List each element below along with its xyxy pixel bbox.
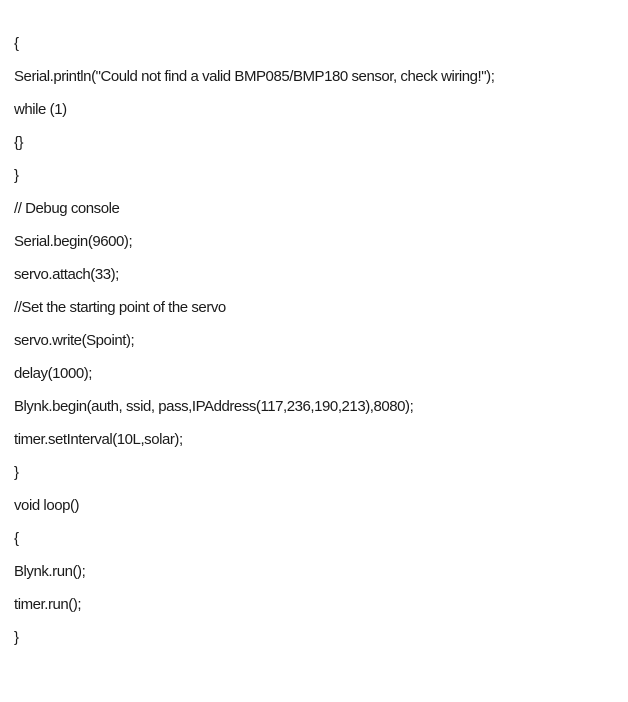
code-line-13: timer.setInterval(10L,solar); [14, 431, 183, 448]
code-line-14: } [14, 464, 19, 481]
code-line-2: Serial.println("Could not find a valid B… [14, 68, 495, 85]
code-document: { Serial.println("Could not find a valid… [0, 0, 628, 702]
code-line-5: } [14, 167, 19, 184]
code-line-4: {} [14, 134, 24, 151]
code-line-19: } [14, 629, 19, 646]
code-line-12: Blynk.begin(auth, ssid, pass,IPAddress(1… [14, 398, 414, 415]
code-line-18: timer.run(); [14, 596, 82, 613]
code-line-15: void loop() [14, 497, 80, 514]
code-line-1: { [14, 35, 19, 52]
code-line-6: // Debug console [14, 200, 120, 217]
code-line-9: //Set the starting point of the servo [14, 299, 226, 316]
code-line-10: servo.write(Spoint); [14, 332, 135, 349]
code-line-17: Blynk.run(); [14, 563, 86, 580]
code-line-3: while (1) [14, 101, 67, 118]
code-line-7: Serial.begin(9600); [14, 233, 133, 250]
code-line-16: { [14, 530, 19, 547]
code-line-11: delay(1000); [14, 365, 92, 382]
code-line-8: servo.attach(33); [14, 266, 119, 283]
